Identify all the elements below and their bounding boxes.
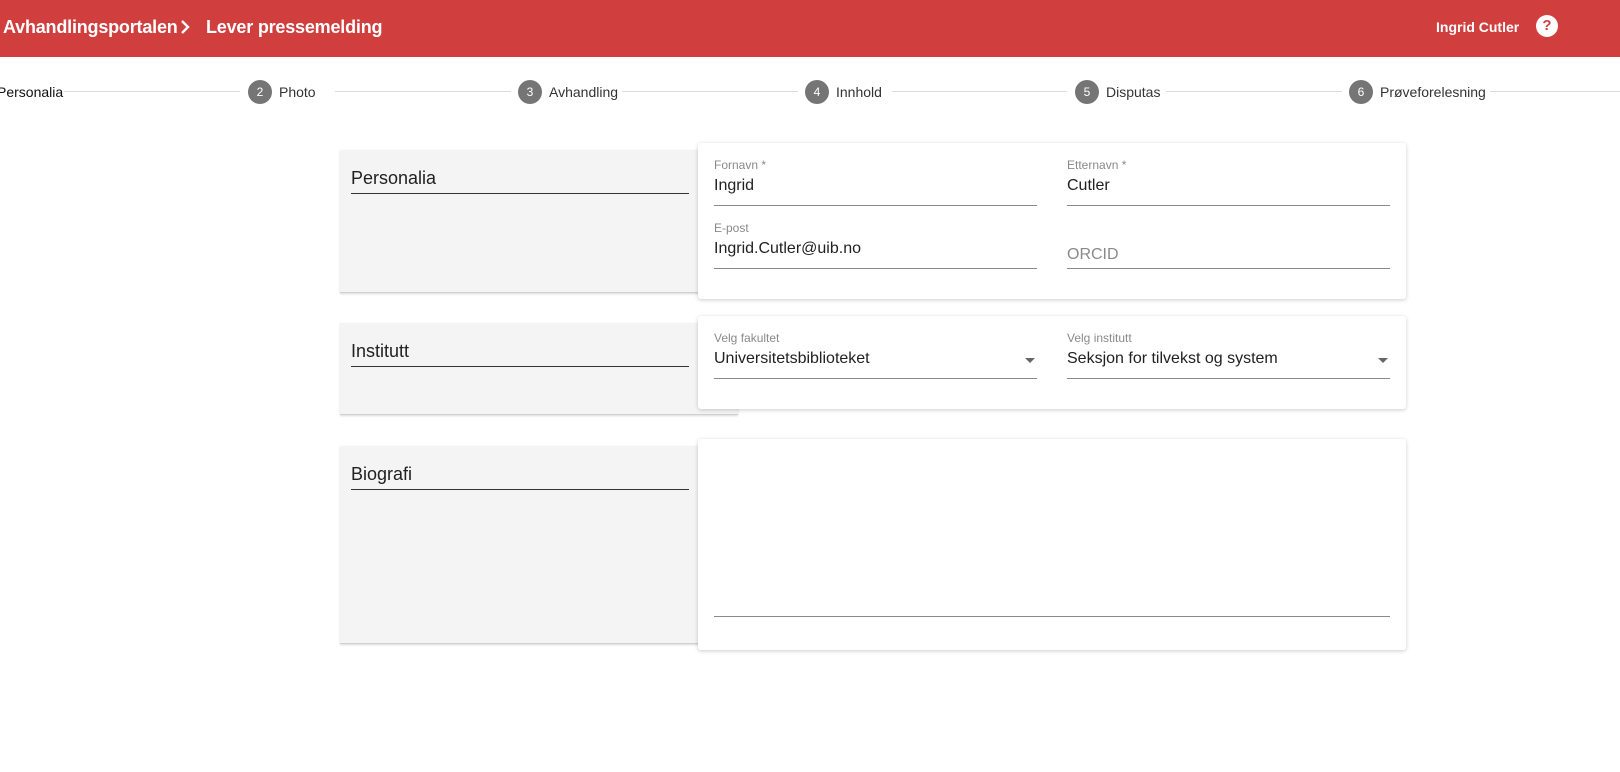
- step-connector: [64, 91, 240, 92]
- section-title: Personalia: [351, 168, 689, 194]
- step-connector: [892, 91, 1067, 92]
- institutt-select[interactable]: Velg institutt Seksjon for tilvekst og s…: [1067, 331, 1390, 379]
- step-number: 3: [518, 80, 542, 104]
- field-placeholder: ORCID: [1067, 246, 1119, 263]
- field-value: Seksjon for tilvekst og system: [1067, 350, 1278, 367]
- field-label: Fornavn *: [714, 158, 767, 172]
- breadcrumb-current: Lever pressemelding: [206, 17, 383, 37]
- app-header: Avhandlingsportalen Lever pressemelding …: [0, 0, 1620, 57]
- field-value: Ingrid: [714, 177, 755, 194]
- section-title: Biografi: [351, 464, 689, 490]
- step-number: 5: [1075, 80, 1099, 104]
- field-value: Universitetsbiblioteket: [714, 350, 870, 367]
- breadcrumb-root[interactable]: Avhandlingsportalen: [3, 17, 178, 38]
- institutt-card: Velg fakultet Universitetsbiblioteket Ve…: [698, 316, 1406, 409]
- section-title: Institutt: [351, 341, 689, 367]
- step-label: Disputas: [1106, 84, 1161, 100]
- step-proveforelesning[interactable]: 6 Prøveforelesning: [1349, 80, 1486, 104]
- fakultet-select[interactable]: Velg fakultet Universitetsbiblioteket: [714, 331, 1037, 379]
- step-label: Personalia: [0, 84, 64, 100]
- biografi-section-header: Biografi: [340, 446, 700, 644]
- step-avhandling[interactable]: 3 Avhandling: [518, 80, 618, 104]
- epost-field[interactable]: E-post Ingrid.Cutler@uib.no: [714, 221, 1037, 269]
- step-disputas[interactable]: 5 Disputas: [1075, 80, 1160, 104]
- biografi-card: [698, 439, 1406, 650]
- step-photo[interactable]: 2 Photo: [248, 80, 316, 104]
- step-innhold[interactable]: 4 Innhold: [805, 80, 882, 104]
- step-connector: [1166, 91, 1342, 92]
- dropdown-arrow-icon[interactable]: [1378, 358, 1388, 363]
- step-connector: [335, 91, 511, 92]
- step-label: Avhandling: [549, 84, 619, 100]
- field-label: Velg fakultet: [714, 331, 780, 345]
- step-connector: [1490, 91, 1620, 92]
- stepper: Personalia 2 Photo 3 Avhandling 4 Innhol…: [0, 57, 1620, 127]
- dropdown-arrow-icon[interactable]: [1025, 358, 1035, 363]
- orcid-field[interactable]: ORCID: [1067, 221, 1390, 269]
- field-label: Etternavn *: [1067, 158, 1127, 172]
- etternavn-field[interactable]: Etternavn * Cutler: [1067, 158, 1390, 206]
- personalia-card: Fornavn * Ingrid Etternavn * Cutler E-po…: [698, 143, 1406, 299]
- field-value: Cutler: [1067, 177, 1110, 194]
- step-label: Prøveforelesning: [1380, 84, 1486, 100]
- user-name[interactable]: Ingrid Cutler: [1436, 19, 1519, 35]
- step-number: 4: [805, 80, 829, 104]
- institutt-section-header: Institutt: [340, 323, 738, 415]
- field-label: Velg institutt: [1067, 331, 1132, 345]
- step-label: Photo: [279, 84, 316, 100]
- field-value: Ingrid.Cutler@uib.no: [714, 240, 861, 257]
- field-label: E-post: [714, 221, 749, 235]
- fornavn-field[interactable]: Fornavn * Ingrid: [714, 158, 1037, 206]
- step-personalia[interactable]: Personalia: [0, 80, 63, 104]
- step-number: 6: [1349, 80, 1373, 104]
- personalia-section-header: Personalia: [340, 150, 738, 293]
- chevron-right-icon: [181, 20, 190, 34]
- step-connector: [622, 91, 798, 92]
- biografi-textarea[interactable]: [714, 461, 1390, 617]
- step-number: 2: [248, 80, 272, 104]
- step-label: Innhold: [836, 84, 882, 100]
- help-icon[interactable]: ?: [1536, 15, 1558, 37]
